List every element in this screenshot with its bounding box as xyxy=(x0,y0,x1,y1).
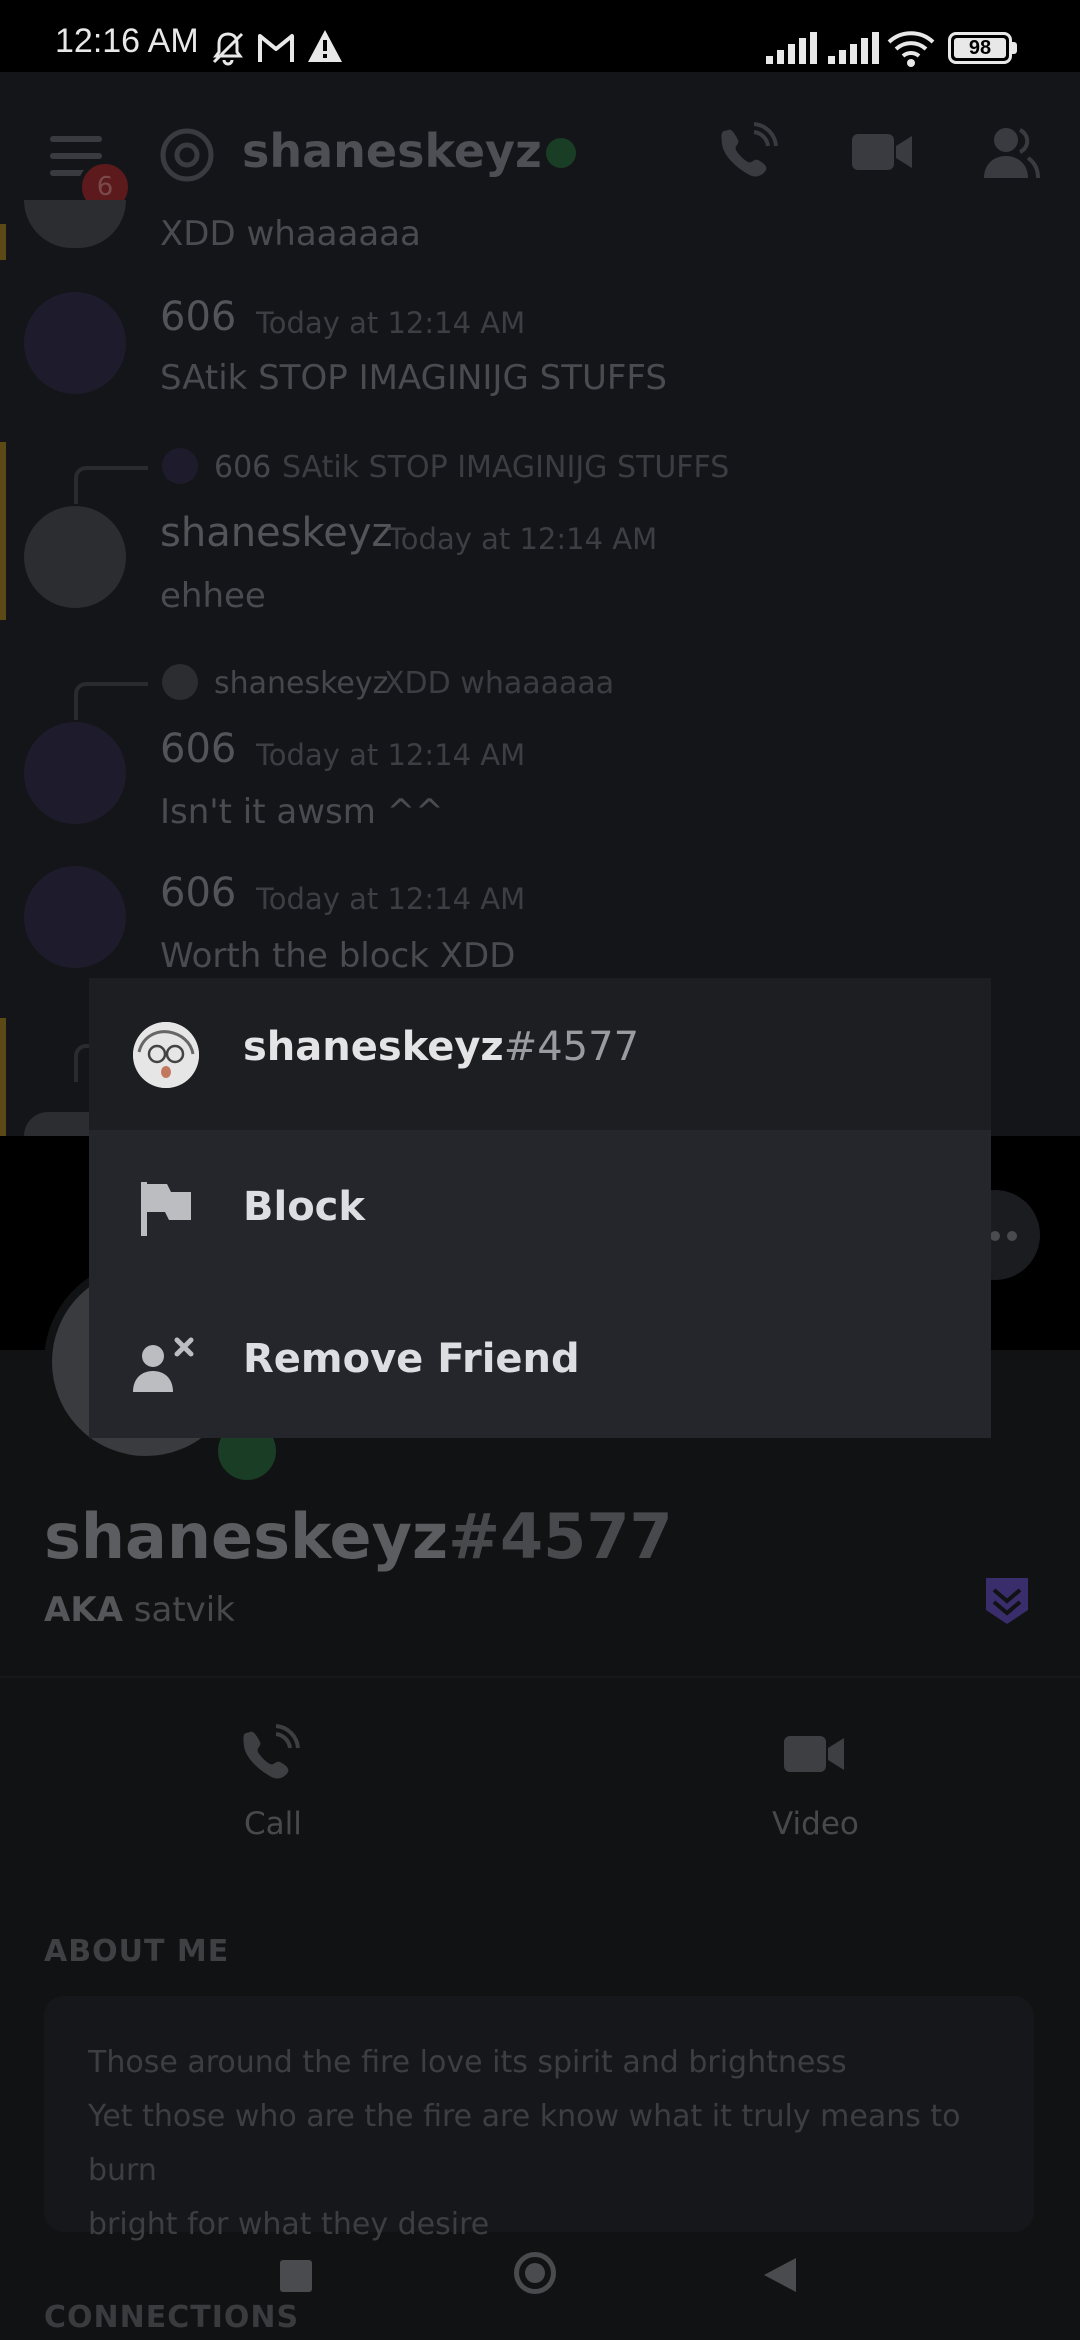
battery-tip xyxy=(1012,42,1017,54)
video-button[interactable]: Video xyxy=(720,1724,900,1874)
profile-username-text: shaneskeyz xyxy=(44,1500,449,1573)
avatar[interactable] xyxy=(24,866,126,968)
wifi-icon xyxy=(887,31,935,67)
video-label: Video xyxy=(772,1806,859,1842)
flag-icon xyxy=(141,1182,191,1236)
message-text: Worth the block XDD xyxy=(160,936,516,976)
avatar[interactable] xyxy=(24,506,126,608)
reply-line xyxy=(74,466,148,504)
reply-avatar xyxy=(162,664,198,700)
channel-title: shaneskeyz xyxy=(242,124,542,178)
online-status-dot xyxy=(546,138,576,168)
reply-line xyxy=(74,682,148,720)
message-timestamp: Today at 12:14 AM xyxy=(256,738,526,772)
message-author[interactable]: shaneskeyz xyxy=(160,510,393,556)
remove-friend-icon xyxy=(133,1337,194,1392)
message-text: SAtik STOP IMAGINIJG STUFFS xyxy=(160,358,667,398)
message-timestamp: Today at 12:14 AM xyxy=(256,306,526,340)
message-timestamp: Today at 12:14 AM xyxy=(388,522,658,556)
aka-label: AKA xyxy=(44,1590,123,1630)
reply-author: 606 xyxy=(214,450,272,485)
reply-text[interactable]: SAtik STOP IMAGINIJG STUFFS xyxy=(282,450,729,485)
at-sign-icon xyxy=(160,128,214,182)
profile-aka: AKA satvik xyxy=(44,1590,235,1630)
about-line: Those around the fire love its spirit an… xyxy=(88,2045,847,2080)
system-navbar xyxy=(0,2218,1080,2340)
avatar[interactable] xyxy=(24,722,126,824)
menu-discriminator: #4577 xyxy=(503,1024,640,1070)
block-label: Block xyxy=(243,1184,365,1230)
about-line: Yet those who are the fire are know what… xyxy=(88,2099,961,2188)
divider xyxy=(0,1676,1080,1678)
signal-icon-2 xyxy=(828,32,879,64)
message-author[interactable]: 606 xyxy=(160,294,236,340)
reply-avatar xyxy=(162,448,198,484)
gmail-icon xyxy=(258,34,294,62)
phone-icon xyxy=(243,1724,300,1779)
call-button[interactable]: Call xyxy=(180,1724,360,1874)
remove-friend-menu-item[interactable]: Remove Friend xyxy=(89,1284,991,1438)
warning-icon xyxy=(308,30,342,62)
nitro-badge-icon[interactable] xyxy=(984,1576,1030,1626)
status-time: 12:16 AM xyxy=(55,22,199,60)
message-text: XDD whaaaaaa xyxy=(160,214,421,254)
member-list-icon[interactable] xyxy=(982,124,1040,180)
home-button[interactable] xyxy=(514,2252,556,2294)
mention-highlight xyxy=(0,442,6,620)
avatar-face-icon xyxy=(133,1022,199,1088)
menu-username-text: shaneskeyz xyxy=(243,1024,504,1070)
message-author[interactable]: 606 xyxy=(160,726,236,772)
message-author[interactable]: 606 xyxy=(160,870,236,916)
mute-bell-icon xyxy=(212,32,244,66)
menu-user-avatar xyxy=(133,1022,199,1088)
reply-text[interactable]: XDD whaaaaaa xyxy=(384,666,614,701)
back-button[interactable] xyxy=(762,2256,798,2294)
menu-username: shaneskeyz#4577 xyxy=(243,1024,639,1070)
avatar[interactable] xyxy=(24,292,126,394)
message-text: Isn't it awsm ^^ xyxy=(160,792,444,832)
block-menu-item[interactable]: Block xyxy=(89,1130,991,1284)
reply-author: shaneskeyz xyxy=(214,666,389,701)
profile-username: shaneskeyz#4577 xyxy=(44,1500,673,1573)
voice-call-icon[interactable] xyxy=(718,122,778,182)
remove-friend-label: Remove Friend xyxy=(243,1336,580,1382)
message-text: ehhee xyxy=(160,576,266,616)
call-label: Call xyxy=(244,1806,302,1842)
video-camera-icon xyxy=(784,1736,844,1772)
signal-icon xyxy=(766,32,817,64)
about-me-heading: ABOUT ME xyxy=(44,1934,230,1969)
profile-discriminator: #4577 xyxy=(448,1500,673,1573)
aka-value: satvik xyxy=(133,1590,235,1630)
battery-icon: 98 xyxy=(948,32,1012,64)
message-timestamp: Today at 12:14 AM xyxy=(256,882,526,916)
mention-highlight xyxy=(0,1018,6,1136)
video-call-icon[interactable] xyxy=(852,130,912,174)
battery-level: 98 xyxy=(968,37,992,59)
mention-highlight xyxy=(0,224,6,260)
recents-button[interactable] xyxy=(280,2260,312,2292)
